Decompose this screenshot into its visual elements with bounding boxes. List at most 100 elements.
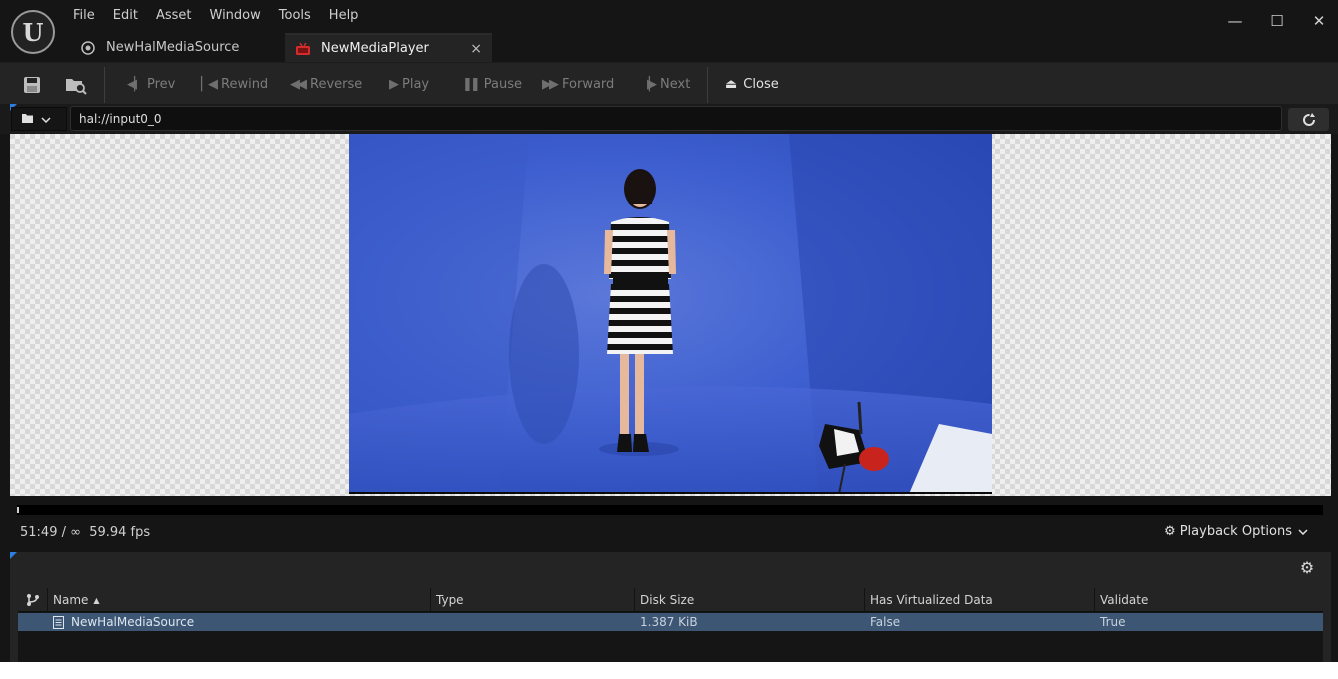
column-header-label: Disk Size bbox=[640, 593, 695, 607]
url-bar bbox=[0, 104, 1338, 134]
has-virtualized-data-cell: False bbox=[870, 615, 901, 629]
reverse-button[interactable]: ◀◀ Reverse bbox=[290, 73, 362, 95]
menu-file[interactable]: File bbox=[64, 6, 104, 26]
save-icon bbox=[24, 77, 40, 93]
title-bar: U File Edit Asset Window Tools Help — ☐ … bbox=[0, 0, 1338, 62]
asset-table: Name ▲ Type Disk Size Has Virtualized Da… bbox=[18, 588, 1323, 662]
forward-label: Forward bbox=[562, 76, 615, 92]
player-toolbar: ◀▏ Prev ▏◀ Rewind ◀◀ Reverse ▶ Play ❚❚ Pause … bbox=[0, 62, 1338, 104]
toolbar-separator bbox=[707, 67, 708, 103]
media-viewport[interactable] bbox=[10, 134, 1331, 496]
asset-file-icon bbox=[53, 615, 64, 629]
browse-folder-icon bbox=[66, 79, 87, 95]
disk-size-cell: 1.387 KiB bbox=[640, 615, 698, 629]
reload-icon bbox=[1302, 112, 1315, 126]
column-header-label: Name bbox=[53, 593, 89, 607]
column-header-validate[interactable]: Validate bbox=[1095, 588, 1323, 612]
tab-close-button[interactable]: × bbox=[470, 41, 482, 57]
column-header-disk-size[interactable]: Disk Size bbox=[635, 588, 865, 612]
next-label: Next bbox=[660, 76, 691, 92]
gear-icon: ⚙ bbox=[1299, 557, 1315, 577]
pause-button[interactable]: ❚❚ Pause bbox=[462, 73, 522, 95]
next-button[interactable]: ▕▶ Next bbox=[640, 73, 690, 95]
tab-label: NewHalMediaSource bbox=[106, 40, 240, 55]
forward-icon: ▶▶ bbox=[542, 76, 559, 92]
rewind-button[interactable]: ▏◀ Rewind bbox=[201, 73, 268, 95]
forward-button[interactable]: ▶▶ Forward bbox=[542, 73, 614, 95]
tab-new-media-player[interactable]: NewMediaPlayer × bbox=[285, 33, 492, 62]
pause-icon: ❚❚ bbox=[462, 76, 481, 92]
close-media-label: Close bbox=[743, 76, 779, 92]
frame-rate: 59.94 fps bbox=[89, 525, 151, 540]
timeline-scrubber[interactable] bbox=[17, 505, 1323, 515]
rewind-label: Rewind bbox=[221, 76, 269, 92]
video-scene-image bbox=[349, 134, 992, 492]
eject-icon: ⏏ bbox=[725, 76, 738, 92]
playhead[interactable] bbox=[17, 507, 19, 513]
save-button[interactable] bbox=[19, 72, 45, 98]
close-icon: ✕ bbox=[1312, 12, 1326, 30]
reload-button[interactable] bbox=[1288, 108, 1329, 131]
playback-options-button[interactable]: ⚙ Playback Options bbox=[1164, 524, 1308, 539]
folder-icon bbox=[22, 113, 33, 126]
minimize-button[interactable]: — bbox=[1220, 8, 1250, 34]
url-input[interactable] bbox=[70, 106, 1282, 131]
reverse-label: Reverse bbox=[310, 76, 363, 92]
menu-bar: File Edit Asset Window Tools Help bbox=[64, 6, 367, 26]
media-source-icon bbox=[80, 40, 96, 56]
playback-time-readout: 51:49 / ∞ 59.94 fps bbox=[20, 525, 150, 540]
toolbar-separator bbox=[104, 67, 105, 103]
menu-asset[interactable]: Asset bbox=[147, 6, 201, 26]
playback-time: 51:49 / ∞ bbox=[20, 525, 81, 540]
source-control-icon bbox=[26, 594, 39, 606]
browse-asset-button[interactable] bbox=[63, 72, 89, 98]
playback-options-label: Playback Options bbox=[1179, 524, 1292, 539]
validate-cell: True bbox=[1100, 615, 1126, 629]
menu-edit[interactable]: Edit bbox=[104, 6, 147, 26]
panel-settings-button[interactable]: ⚙ bbox=[1297, 557, 1317, 577]
reverse-icon: ◀◀ bbox=[290, 76, 307, 92]
menu-help[interactable]: Help bbox=[320, 6, 368, 26]
column-header-label: Type bbox=[436, 593, 464, 607]
column-header-label: Validate bbox=[1100, 593, 1149, 607]
play-button[interactable]: ▶ Play bbox=[389, 73, 429, 95]
next-icon: ▕▶ bbox=[640, 76, 657, 92]
minimize-icon: — bbox=[1227, 12, 1243, 30]
close-media-button[interactable]: ⏏ Close bbox=[725, 73, 779, 95]
table-header: Name ▲ Type Disk Size Has Virtualized Da… bbox=[18, 588, 1323, 612]
prev-icon: ◀▏ bbox=[127, 76, 144, 92]
gear-icon: ⚙ bbox=[1164, 524, 1176, 539]
asset-name: NewHalMediaSource bbox=[71, 615, 195, 629]
media-player-editor-window: U File Edit Asset Window Tools Help — ☐ … bbox=[0, 0, 1338, 662]
table-row[interactable]: NewHalMediaSource 1.387 KiB False True bbox=[18, 613, 1323, 631]
media-player-icon bbox=[295, 41, 311, 57]
rewind-icon: ▏◀ bbox=[201, 76, 218, 92]
chevron-down-icon bbox=[41, 113, 51, 126]
chevron-down-icon bbox=[1298, 525, 1308, 538]
column-header-label: Has Virtualized Data bbox=[870, 593, 993, 607]
source-control-column-header[interactable] bbox=[18, 588, 48, 612]
column-header-name[interactable]: Name ▲ bbox=[48, 588, 431, 612]
tab-new-hal-media-source[interactable]: NewHalMediaSource bbox=[72, 33, 284, 62]
maximize-button[interactable]: ☐ bbox=[1262, 8, 1292, 34]
maximize-icon: ☐ bbox=[1270, 12, 1284, 30]
tab-label: NewMediaPlayer bbox=[321, 41, 429, 56]
close-window-button[interactable]: ✕ bbox=[1304, 8, 1334, 34]
column-header-has-virtualized-data[interactable]: Has Virtualized Data bbox=[865, 588, 1095, 612]
asset-info-panel: ⚙ Name ▲ Type Disk Size Has Virtualized … bbox=[10, 552, 1331, 662]
name-cell: NewHalMediaSource bbox=[48, 613, 431, 631]
unreal-logo-icon[interactable]: U bbox=[11, 10, 55, 54]
menu-window[interactable]: Window bbox=[201, 6, 270, 26]
menu-tools[interactable]: Tools bbox=[270, 6, 320, 26]
panel-corner-marker bbox=[10, 552, 17, 559]
play-label: Play bbox=[402, 76, 430, 92]
video-frame bbox=[349, 134, 992, 494]
play-icon: ▶ bbox=[389, 76, 399, 92]
type-cell bbox=[431, 613, 635, 631]
column-header-type[interactable]: Type bbox=[431, 588, 635, 612]
status-row: 51:49 / ∞ 59.94 fps ⚙ Playback Options bbox=[0, 518, 1338, 548]
pause-label: Pause bbox=[483, 76, 523, 92]
prev-button[interactable]: ◀▏ Prev bbox=[127, 73, 175, 95]
url-history-dropdown[interactable] bbox=[11, 107, 67, 131]
source-control-cell bbox=[18, 613, 48, 631]
